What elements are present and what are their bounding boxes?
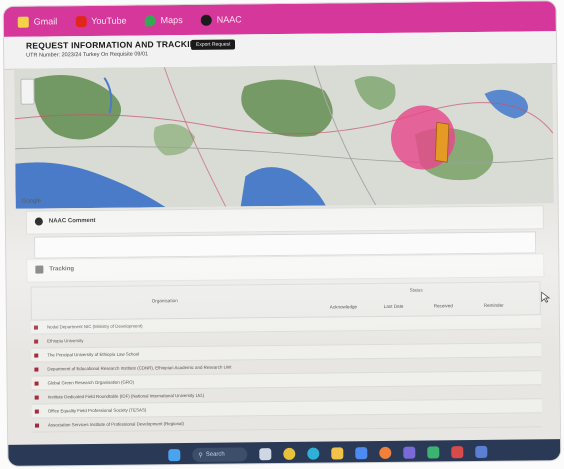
organisation-cell: The Principal University of Ethiopia Law… xyxy=(47,351,140,358)
section-title: Tracking xyxy=(49,266,75,273)
page-subtitle: UTR Number: 2023/24 Turkey On Requisite … xyxy=(26,51,149,59)
export-request-button[interactable]: Export Request xyxy=(190,39,236,50)
organisation-cell: Institute Dedicated Field Roundtable (ID… xyxy=(47,392,205,400)
search-icon: ⚲ xyxy=(198,452,203,459)
map-zoom-control[interactable] xyxy=(20,78,35,105)
organisation-cell: Association Services Institute of Profes… xyxy=(47,421,184,428)
file-explorer-icon[interactable] xyxy=(331,447,344,460)
bookmark-gmail[interactable]: Gmail xyxy=(17,16,58,28)
row-marker xyxy=(34,395,39,400)
windows-start-icon[interactable] xyxy=(168,449,181,462)
map-view[interactable]: Google xyxy=(14,63,554,209)
search-label: Search xyxy=(205,451,225,458)
section-title: NAAC Comment xyxy=(48,217,96,225)
column-group-status: Status xyxy=(409,287,423,293)
tracking-section: Tracking xyxy=(26,253,545,283)
task-view-icon[interactable] xyxy=(259,448,272,461)
bookmark-maps[interactable]: Maps xyxy=(144,14,183,26)
chrome-icon[interactable] xyxy=(283,447,296,460)
organisation-cell: Global Green Research Organisation (GRO) xyxy=(47,379,134,386)
map-canvas xyxy=(14,63,554,209)
taskbar-search[interactable]: ⚲ Search xyxy=(192,447,248,462)
row-marker xyxy=(34,423,40,428)
app-icon-5[interactable] xyxy=(475,445,488,458)
mouse-cursor-icon xyxy=(541,291,551,303)
app-icon-3[interactable] xyxy=(427,446,440,459)
page-title: REQUEST INFORMATION AND TRACKING xyxy=(25,38,203,51)
column-header-received: Received xyxy=(433,303,453,309)
row-marker xyxy=(34,367,39,372)
comment-icon xyxy=(34,217,43,226)
naac-icon xyxy=(200,14,212,26)
column-header-last-date: Last Date xyxy=(383,303,404,309)
row-marker xyxy=(33,325,38,330)
row-marker xyxy=(34,409,39,414)
bookmark-label: YouTube xyxy=(91,15,127,26)
tracking-table-header: Status Organisation Acknowledge Last Dat… xyxy=(30,281,541,321)
photo-of-screen: Gmail YouTube Maps NAAC REQUEST INFORMAT… xyxy=(3,1,561,466)
firefox-icon[interactable] xyxy=(379,446,392,459)
bookmark-youtube[interactable]: YouTube xyxy=(75,15,127,27)
highlighted-parcel[interactable] xyxy=(434,121,450,163)
row-marker xyxy=(34,339,39,344)
app-icon[interactable] xyxy=(355,447,368,460)
tracking-table-body: Nodal Department NIC (Ministry of Develo… xyxy=(30,315,543,433)
app-icon-2[interactable] xyxy=(403,446,416,459)
bookmark-label: Gmail xyxy=(33,16,58,27)
youtube-icon xyxy=(75,15,87,27)
organisation-cell: Department of Educational Research Insti… xyxy=(47,364,232,372)
column-header-acknowledge: Acknowledge xyxy=(329,304,358,310)
edge-icon[interactable] xyxy=(307,447,320,460)
windows-taskbar: ⚲ Search xyxy=(8,439,561,466)
tracking-icon xyxy=(35,265,44,274)
bookmark-label: Maps xyxy=(160,15,183,26)
organisation-cell: Nodal Department NIC (Ministry of Develo… xyxy=(46,323,143,330)
naac-comment-section: NAAC Comment xyxy=(25,205,544,235)
row-marker xyxy=(34,381,39,386)
row-marker xyxy=(34,353,39,358)
map-logo: Google xyxy=(21,198,42,205)
organisation-cell: Ethiopia University xyxy=(47,338,84,344)
bookmark-label: NAAC xyxy=(216,14,242,25)
column-header-reminder: Reminder xyxy=(483,302,504,308)
column-header-organisation: Organisation xyxy=(151,298,178,304)
gmail-icon xyxy=(17,16,29,28)
app-icon-4[interactable] xyxy=(451,446,464,459)
organisation-cell: Office Equality Field Professional Socie… xyxy=(47,407,147,414)
maps-icon xyxy=(144,14,156,26)
bookmark-naac[interactable]: NAAC xyxy=(200,14,242,26)
